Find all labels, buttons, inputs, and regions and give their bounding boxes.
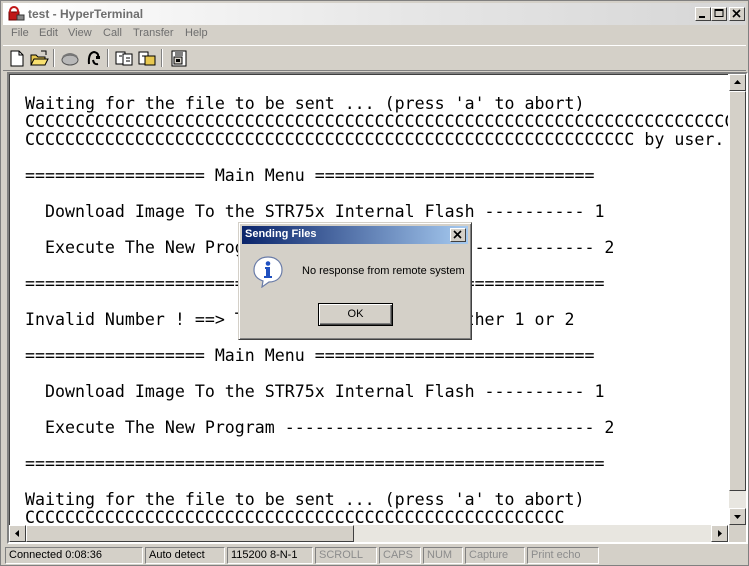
toolbar-separator (107, 49, 109, 67)
status-connected-time: Connected 0:08:36 (5, 547, 143, 564)
dialog-title: Sending Files (245, 228, 317, 240)
terminal-line: CCCCCCCCCCCCCCCCCCCCCCCCCCCCCCCCCCCCCCCC… (25, 130, 725, 149)
hyperterminal-window: test - HyperTerminal File Edit View Call… (0, 0, 749, 566)
menu-view[interactable]: View (68, 27, 92, 39)
disconnect-icon[interactable] (83, 48, 105, 68)
terminal-line: ================== Main Menu ===========… (25, 166, 595, 185)
horizontal-scrollbar[interactable] (9, 525, 728, 542)
menu-bar: File Edit View Call Transfer Help (3, 26, 746, 44)
menu-transfer[interactable]: Transfer (133, 27, 174, 39)
menu-help[interactable]: Help (185, 27, 208, 39)
terminal-line: Download Image To the STR75x Internal Fl… (25, 202, 605, 221)
scrollbar-corner (729, 525, 746, 542)
properties-icon[interactable] (168, 48, 190, 68)
toolbar (3, 45, 746, 71)
status-bar: Connected 0:08:36 Auto detect 115200 8-N… (3, 546, 746, 565)
status-capture: Capture (465, 547, 525, 564)
dialog-close-button[interactable] (450, 228, 466, 242)
menu-call[interactable]: Call (103, 27, 122, 39)
menu-edit[interactable]: Edit (39, 27, 58, 39)
ok-button[interactable]: OK (318, 303, 393, 326)
status-detect: Auto detect (145, 547, 225, 564)
terminal-line: ================== Main Menu ===========… (25, 346, 595, 365)
send-icon[interactable] (113, 48, 135, 68)
maximize-button[interactable] (711, 7, 727, 21)
menu-file[interactable]: File (11, 27, 29, 39)
vertical-scrollbar[interactable] (729, 74, 746, 525)
sending-files-dialog: Sending Files No response from remote sy… (238, 222, 472, 340)
horizontal-scroll-thumb[interactable] (26, 525, 354, 542)
terminal-line: ========================================… (25, 454, 605, 473)
dialog-message: No response from remote system (302, 265, 465, 277)
terminal-line: Execute The New Program ----------------… (25, 418, 615, 437)
info-icon (251, 254, 285, 289)
status-num: NUM (423, 547, 463, 564)
window-title: test - HyperTerminal (28, 7, 144, 21)
receive-icon[interactable] (136, 48, 158, 68)
terminal-line: Waiting for the file to be sent ... (pre… (25, 94, 585, 113)
dialog-title-bar[interactable]: Sending Files (242, 226, 468, 244)
terminal-line: Waiting for the file to be sent ... (pre… (25, 490, 585, 509)
terminal-line: CCCCCCCCCCCCCCCCCCCCCCCCCCCCCCCCCCCCCCCC… (25, 508, 565, 526)
status-scroll: SCROLL (315, 547, 377, 564)
hyperterminal-app-icon[interactable] (8, 6, 25, 22)
status-caps: CAPS (379, 547, 421, 564)
toolbar-separator (53, 49, 55, 67)
vertical-scroll-thumb[interactable] (729, 91, 746, 491)
terminal-line: CCCCCCCCCCCCCCCCCCCCCCCCCCCCCCCCCCCCCCCC… (25, 112, 728, 131)
scroll-up-button[interactable] (729, 74, 746, 91)
terminal-line: Download Image To the STR75x Internal Fl… (25, 382, 605, 401)
title-bar[interactable]: test - HyperTerminal (3, 3, 746, 25)
open-icon[interactable] (28, 48, 50, 68)
minimize-button[interactable] (695, 7, 711, 21)
toolbar-separator (161, 49, 163, 67)
status-print-echo: Print echo (527, 547, 599, 564)
close-button[interactable] (729, 7, 745, 21)
new-icon[interactable] (6, 48, 28, 68)
scroll-down-button[interactable] (729, 508, 746, 525)
scroll-right-button[interactable] (711, 525, 728, 542)
connect-icon[interactable] (59, 48, 81, 68)
status-port-settings: 115200 8-N-1 (227, 547, 313, 564)
scroll-left-button[interactable] (9, 525, 26, 542)
